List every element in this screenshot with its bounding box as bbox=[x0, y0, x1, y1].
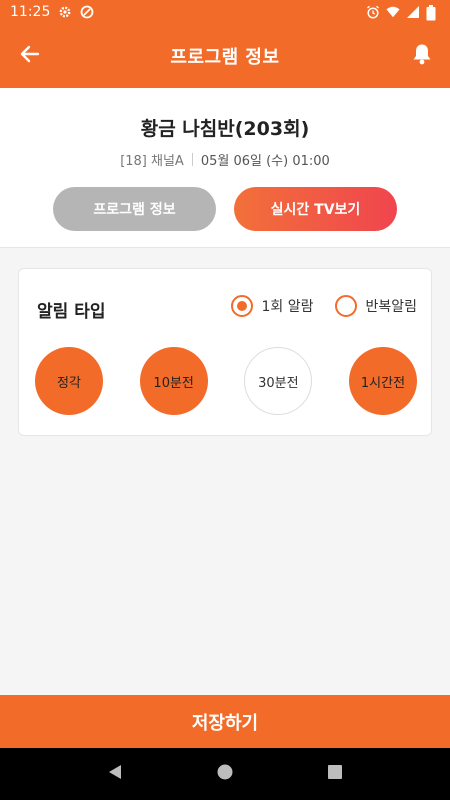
time-option-10min[interactable]: 10분전 bbox=[139, 347, 208, 415]
home-circle-icon bbox=[216, 763, 234, 785]
program-button-row: 프로그램 정보 실시간 TV보기 bbox=[0, 187, 450, 231]
bell-icon bbox=[412, 43, 432, 69]
time-option-1hour[interactable]: 1시간전 bbox=[348, 347, 417, 415]
live-tv-button[interactable]: 실시간 TV보기 bbox=[234, 187, 397, 231]
page-title: 프로그램 정보 bbox=[170, 47, 280, 68]
meta-divider bbox=[191, 153, 193, 166]
system-nav-bar bbox=[0, 748, 450, 800]
radio-repeat-label: 반복알림 bbox=[365, 299, 417, 315]
alarm-time-options: 정각 10분전 30분전 1시간전 bbox=[35, 347, 417, 415]
radio-repeat-alarm[interactable]: 반복알림 bbox=[335, 295, 417, 317]
program-info-card: 황금 나침반(203회) [18] 채널A 05월 06일 (수) 01:00 … bbox=[0, 88, 450, 248]
back-button[interactable] bbox=[14, 40, 46, 72]
radio-once-label: 1회 알람 bbox=[261, 299, 314, 315]
program-channel: [18] 채널A bbox=[120, 154, 184, 169]
alarm-type-radio-group: 1회 알람 반복알림 bbox=[231, 295, 417, 317]
radio-unchecked-icon bbox=[335, 295, 358, 317]
arrow-left-icon bbox=[20, 44, 40, 68]
nav-recents-button[interactable] bbox=[319, 758, 351, 790]
alarm-type-label: 알림 타입 bbox=[37, 302, 106, 322]
gear-icon bbox=[58, 5, 72, 19]
nav-back-button[interactable] bbox=[99, 758, 131, 790]
program-datetime: 05월 06일 (수) 01:00 bbox=[200, 154, 330, 169]
status-time: 11:25 bbox=[10, 4, 51, 20]
program-info-button[interactable]: 프로그램 정보 bbox=[53, 187, 216, 231]
time-option-30min[interactable]: 30분전 bbox=[244, 347, 313, 415]
status-bar: 11:25 bbox=[0, 0, 450, 24]
program-title: 황금 나침반(203회) bbox=[140, 118, 310, 140]
alarm-clock-icon bbox=[366, 5, 380, 19]
signal-icon bbox=[406, 5, 420, 19]
radio-once-alarm[interactable]: 1회 알람 bbox=[231, 295, 313, 317]
alarm-settings-card: 알림 타입 1회 알람 반복알림 정각 10분전 30분전 1시간전 bbox=[18, 268, 432, 436]
notification-button[interactable] bbox=[406, 40, 438, 72]
wifi-icon bbox=[386, 5, 400, 19]
nav-home-button[interactable] bbox=[209, 758, 241, 790]
time-option-on-time[interactable]: 정각 bbox=[35, 347, 103, 415]
vpn-icon bbox=[80, 5, 94, 19]
back-triangle-icon bbox=[106, 763, 124, 785]
save-button[interactable]: 저장하기 bbox=[0, 695, 450, 748]
battery-icon bbox=[426, 5, 440, 21]
app-bar: 프로그램 정보 bbox=[0, 24, 450, 88]
program-meta: [18] 채널A 05월 06일 (수) 01:00 bbox=[0, 150, 450, 169]
recents-square-icon bbox=[327, 764, 343, 784]
radio-checked-icon bbox=[231, 295, 254, 317]
